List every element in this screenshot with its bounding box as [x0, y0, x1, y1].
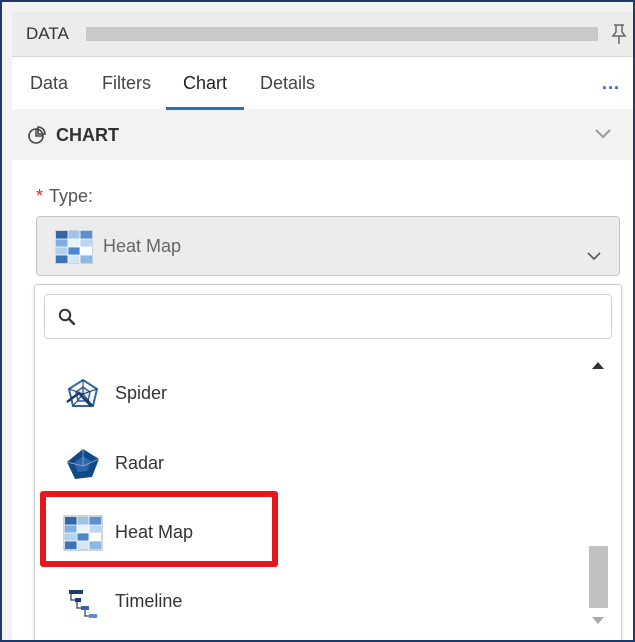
chart-type-select[interactable]: Heat Map	[36, 216, 620, 276]
option-label-radar: Radar	[115, 453, 165, 473]
timeline-icon	[69, 590, 97, 618]
section-title: CHART	[56, 125, 119, 145]
chart-type-dropdown: Spider Radar Heat Map Timeline	[34, 284, 622, 640]
scroll-down-arrow-icon[interactable]	[591, 616, 605, 626]
dropdown-search[interactable]	[44, 294, 612, 339]
scrollbar-thumb[interactable]	[589, 546, 608, 608]
tab-chart[interactable]: Chart	[183, 73, 227, 94]
chart-section-header[interactable]: CHART	[12, 112, 633, 158]
option-timeline[interactable]: Timeline	[63, 576, 583, 626]
selected-chart-type: Heat Map	[103, 236, 182, 256]
option-label-timeline: Timeline	[115, 591, 183, 611]
option-label-spider: Spider	[115, 383, 168, 403]
dropdown-scrollbar[interactable]	[587, 352, 609, 634]
panel-title: DATA	[26, 24, 69, 43]
scroll-up-arrow-icon[interactable]	[591, 360, 605, 370]
panel-header: DATA	[12, 12, 633, 57]
tab-data[interactable]: Data	[30, 73, 68, 94]
spider-chart-icon	[66, 378, 99, 407]
option-radar[interactable]: Radar	[63, 438, 583, 488]
tab-bar: Data Filters Chart Details ...	[12, 57, 633, 110]
required-marker: *	[36, 186, 44, 206]
type-label-text: Type:	[49, 186, 94, 206]
option-spider[interactable]: Spider	[63, 368, 583, 418]
active-tab-indicator	[166, 107, 244, 110]
panel-name-placeholder	[86, 27, 598, 41]
pie-chart-icon	[28, 126, 46, 144]
tab-details[interactable]: Details	[260, 73, 315, 94]
pin-icon[interactable]	[609, 23, 629, 45]
dropdown-chevron-icon	[587, 252, 601, 261]
heat-map-icon	[55, 230, 93, 264]
radar-chart-icon	[66, 449, 100, 479]
type-label: * Type:	[36, 186, 93, 207]
more-options-icon[interactable]: ...	[602, 73, 620, 94]
search-input[interactable]	[87, 303, 601, 331]
tab-filters[interactable]: Filters	[102, 73, 151, 94]
chevron-down-icon[interactable]	[594, 127, 612, 141]
heat-map-highlight-box	[40, 491, 278, 567]
data-panel: DATA Data Filters Chart Details ... CHAR…	[0, 0, 635, 642]
search-icon	[58, 308, 76, 326]
